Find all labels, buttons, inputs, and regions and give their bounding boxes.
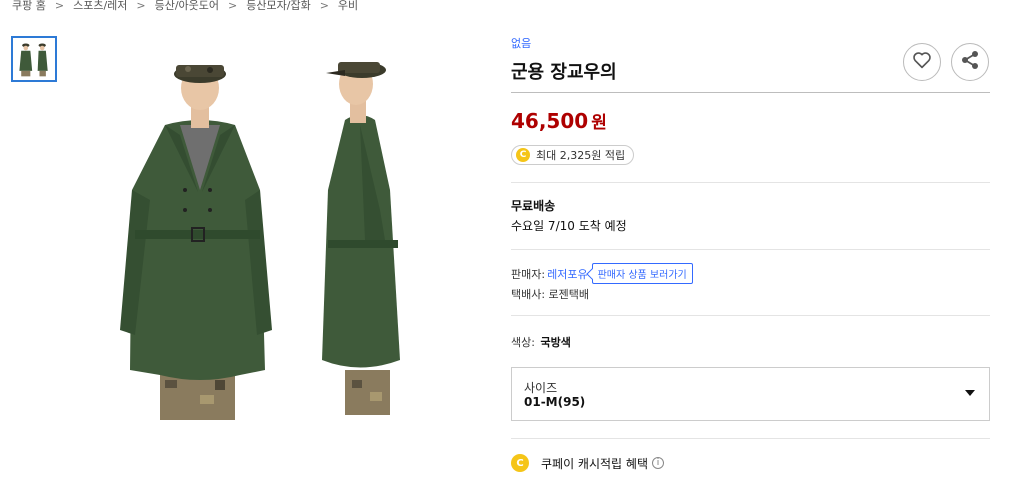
shipping-title: 무료배송 bbox=[511, 199, 556, 213]
dropdown-arrow-icon bbox=[965, 390, 975, 396]
breadcrumb-hats[interactable]: 등산모자/잡화 bbox=[246, 0, 310, 12]
price-value: 46,500 bbox=[511, 109, 589, 133]
size-select[interactable]: 사이즈 01-M(95) bbox=[511, 367, 990, 421]
divider bbox=[511, 438, 990, 439]
side-mannequin bbox=[322, 62, 400, 415]
color-value: 국방색 bbox=[540, 336, 571, 349]
cash-text: 쿠페이 캐시적립 혜택 bbox=[541, 456, 648, 471]
breadcrumb-separator: > bbox=[319, 0, 329, 12]
share-icon bbox=[960, 50, 980, 74]
raincoat-illustration bbox=[120, 62, 400, 420]
size-value: 01-M(95) bbox=[524, 395, 586, 409]
breadcrumb-sports[interactable]: 스포츠/레저 bbox=[73, 0, 127, 12]
price: 46,500 원 bbox=[511, 108, 607, 133]
seller-label: 판매자: bbox=[511, 267, 546, 281]
size-label: 사이즈 bbox=[524, 381, 558, 395]
color-label: 색상: bbox=[511, 336, 535, 349]
product-title: 군용 장교우의 bbox=[511, 62, 617, 83]
divider bbox=[511, 315, 990, 316]
coin-icon: C bbox=[516, 148, 530, 162]
seller-products-button[interactable]: 판매자 상품 보러가기 bbox=[591, 263, 693, 284]
thumbnail-image bbox=[13, 38, 55, 80]
breadcrumb: 쿠팡 홈 > 스포츠/레저 > 등산/아웃도어 > 등산모자/잡화 > 우비 bbox=[12, 0, 358, 13]
seller-name-link[interactable]: 레저포유 bbox=[547, 266, 587, 282]
product-thumbnail[interactable] bbox=[11, 36, 57, 82]
divider bbox=[511, 249, 990, 250]
heart-icon bbox=[912, 51, 932, 73]
breadcrumb-separator: > bbox=[54, 0, 65, 12]
breadcrumb-outdoor[interactable]: 등산/아웃도어 bbox=[155, 0, 219, 12]
breadcrumb-raincoat[interactable]: 우비 bbox=[338, 0, 358, 12]
favorite-button[interactable] bbox=[903, 43, 941, 81]
reward-badge: C 최대 2,325원 적립 bbox=[511, 145, 635, 165]
price-unit: 원 bbox=[591, 113, 607, 133]
info-icon[interactable]: i bbox=[652, 457, 664, 469]
divider bbox=[511, 92, 990, 93]
seller-row: 판매자: 레저포유 판매자 상품 보러가기 bbox=[511, 263, 693, 284]
brand-link[interactable]: 없음 bbox=[511, 35, 531, 51]
coin-icon: C bbox=[511, 454, 529, 472]
cash-benefit: C 쿠페이 캐시적립 혜택 i bbox=[511, 454, 664, 472]
divider bbox=[511, 182, 990, 183]
reward-text: 최대 2,325원 적립 bbox=[536, 149, 626, 162]
product-main-image[interactable] bbox=[60, 40, 490, 470]
breadcrumb-separator: > bbox=[136, 0, 146, 12]
breadcrumb-home[interactable]: 쿠팡 홈 bbox=[12, 0, 46, 12]
courier-info: 택배사: 로젠택배 bbox=[511, 288, 590, 301]
breadcrumb-separator: > bbox=[228, 0, 238, 12]
color-option: 색상: 국방색 bbox=[511, 334, 571, 350]
share-button[interactable] bbox=[951, 43, 989, 81]
front-mannequin bbox=[120, 65, 272, 420]
shipping-date: 수요일 7/10 도착 예정 bbox=[511, 219, 627, 233]
